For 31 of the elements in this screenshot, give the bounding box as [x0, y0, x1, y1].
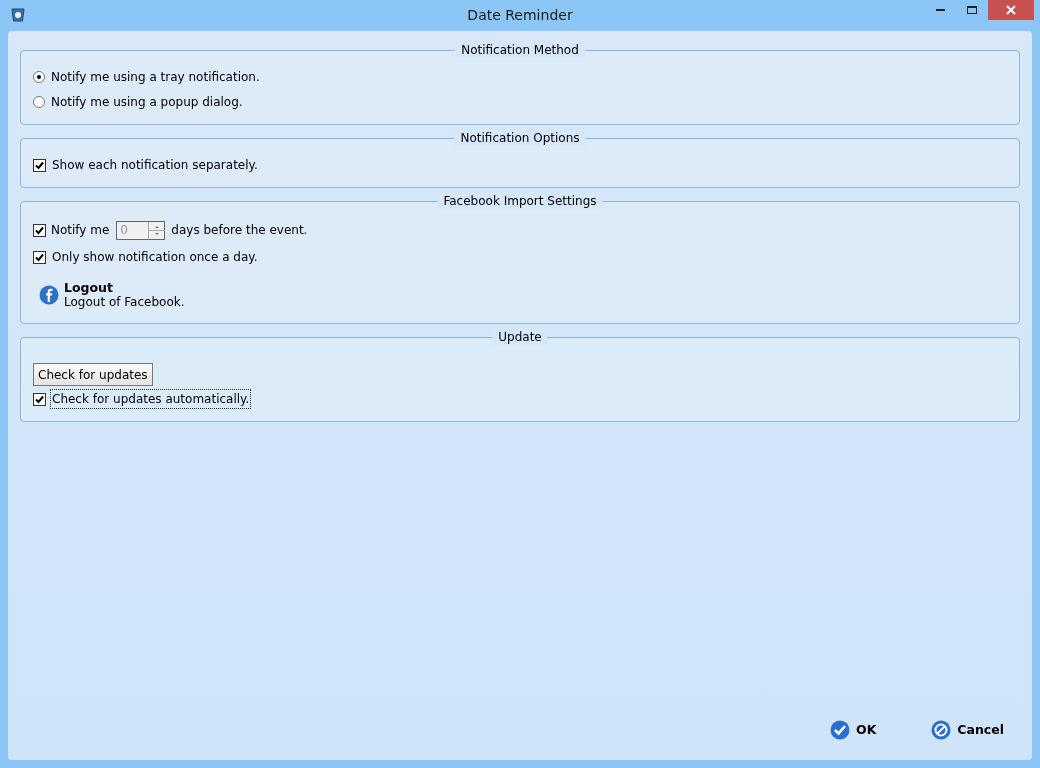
radio-button[interactable] [33, 71, 45, 83]
check-icon [830, 720, 850, 740]
facebook-icon[interactable] [39, 285, 59, 305]
app-icon [10, 7, 26, 23]
group-title: Notification Method [455, 43, 585, 58]
checkbox[interactable] [33, 392, 46, 406]
spinner-value: 0 [119, 222, 129, 239]
radio-button[interactable] [33, 96, 45, 108]
cancel-icon [931, 720, 952, 740]
group-title: Notification Options [454, 131, 586, 146]
spin-arrows-icon[interactable] [148, 221, 165, 239]
checkbox[interactable] [33, 158, 46, 172]
checkbox-label: Check for updates automatically. [51, 390, 251, 408]
close-button[interactable] [988, 0, 1034, 20]
link-description: Logout of Facebook. [64, 295, 185, 309]
checkbox-label: Show each notification separately. [51, 157, 259, 174]
cancel-button[interactable]: Cancel [931, 720, 1004, 740]
radio-label: Notify me using a popup dialog. [51, 94, 243, 111]
group-title: Update [492, 330, 548, 345]
checkbox-label: Notify me [51, 222, 110, 239]
checkbox[interactable] [33, 223, 46, 237]
checkbox-label: Only show notification once a day. [51, 249, 259, 266]
logout-link[interactable]: Logout [64, 281, 185, 295]
group-title: Facebook Import Settings [437, 194, 603, 209]
checkbox[interactable] [33, 250, 46, 264]
spinner-suffix: days before the event. [171, 222, 308, 239]
check-updates-button[interactable]: Check for updates [33, 363, 153, 386]
close-icon [1006, 5, 1016, 15]
window-title: Date Reminder [467, 6, 573, 25]
radio-label: Notify me using a tray notification. [51, 69, 260, 86]
ok-button[interactable]: OK [830, 720, 877, 740]
